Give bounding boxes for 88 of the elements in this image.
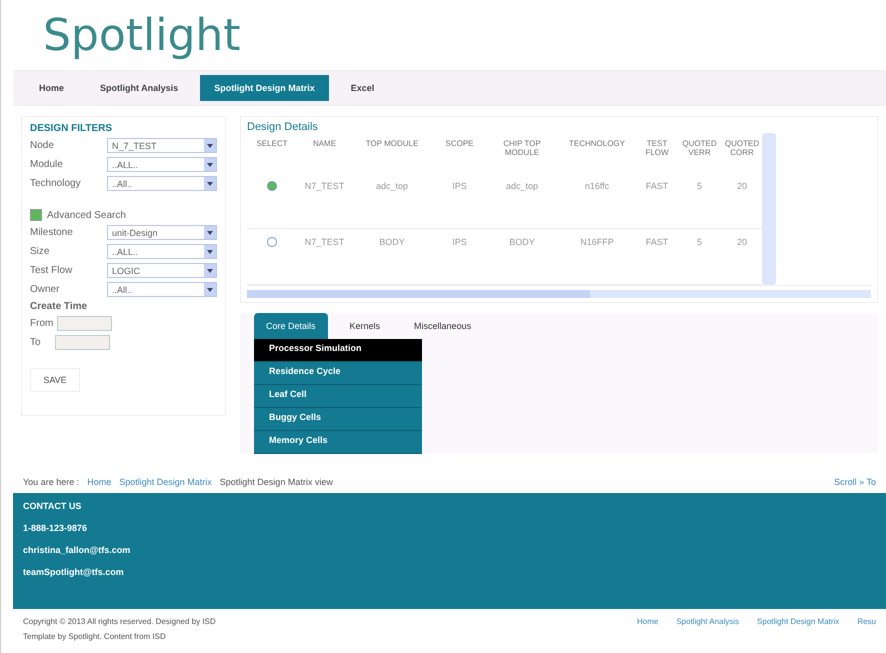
table-cell: BODY xyxy=(487,229,557,285)
table-cell: FAST xyxy=(637,173,677,229)
save-button[interactable]: SAVE xyxy=(30,368,80,392)
dropdown[interactable]: N_7_TEST xyxy=(107,138,217,153)
caret-icon xyxy=(207,144,213,148)
footer-title: CONTACT US xyxy=(23,501,82,511)
dropdown[interactable]: ..All.. xyxy=(107,282,217,297)
input-field[interactable] xyxy=(54,335,110,350)
checkbox-label: Advanced Search xyxy=(47,210,126,220)
scrollbar[interactable] xyxy=(247,290,871,298)
filter-label: Size xyxy=(30,246,50,257)
nav-tab[interactable]: Spotlight Design Matrix xyxy=(200,75,329,101)
caret-icon xyxy=(207,162,213,166)
input-field[interactable] xyxy=(57,316,112,331)
column-header: QUOTED CORR xyxy=(724,138,760,159)
radio-button[interactable] xyxy=(267,237,277,247)
panel-title: Design Details xyxy=(247,121,319,133)
breadcrumb-current: Spotlight Design Matrix view xyxy=(220,477,333,487)
nav-tab[interactable]: Home xyxy=(25,75,78,101)
filter-label: Technology xyxy=(30,178,81,189)
caret-icon xyxy=(207,288,213,292)
caret-icon xyxy=(207,268,213,272)
copyright-text: Copyright © 2013 All rights reserved. Designed by ISD xyxy=(23,617,216,626)
footer-link[interactable]: Home xyxy=(637,617,658,641)
contact-text: teamSpotlight@tfs.com xyxy=(23,567,125,577)
menu-item[interactable]: Buggy Cells xyxy=(254,408,422,431)
section-label: Create Time xyxy=(30,301,88,312)
column-header: NAME xyxy=(312,138,338,150)
checkbox[interactable] xyxy=(30,209,42,221)
radio-button[interactable] xyxy=(267,181,277,191)
filter-label: Test Flow xyxy=(30,265,72,276)
table-cell: 5 xyxy=(677,229,722,285)
column-header: TEST FLOW xyxy=(644,138,670,159)
footer-link[interactable]: Spotlight Design Matrix xyxy=(757,617,840,641)
filter-label: Owner xyxy=(30,284,60,295)
column-header: SELECT xyxy=(255,138,289,150)
table-cell: 5 xyxy=(677,173,722,229)
table-cell: adc_top xyxy=(352,173,432,229)
caret-icon xyxy=(207,182,213,186)
table-cell: IPS xyxy=(432,229,487,285)
table-cell: N16FFP xyxy=(557,229,637,285)
tab[interactable]: Core Details xyxy=(254,313,328,339)
caret-icon xyxy=(207,250,213,254)
table-cell: N7_TEST xyxy=(297,173,352,229)
column-header: TECHNOLOGY xyxy=(568,138,626,150)
table-cell: 20 xyxy=(722,173,762,229)
table-cell: IPS xyxy=(432,173,487,229)
contact-text: 1-888-123-9876 xyxy=(23,523,88,533)
dropdown[interactable]: unit-Design xyxy=(107,225,217,240)
table-cell: N7_TEST xyxy=(297,229,352,285)
scroll-link[interactable]: Scroll » To xyxy=(834,477,876,487)
tab[interactable]: Miscellaneous xyxy=(402,313,484,339)
menu-item[interactable]: Leaf Cell xyxy=(254,385,422,408)
nav-tab[interactable]: Excel xyxy=(336,75,388,101)
column-header: QUOTED VERR xyxy=(681,138,718,159)
scrollbar[interactable] xyxy=(762,133,776,285)
panel-title: DESIGN FILTERS xyxy=(30,123,114,134)
dropdown[interactable]: ..All.. xyxy=(107,176,217,191)
table-cell: BODY xyxy=(352,229,432,285)
column-header: TOP MODULE xyxy=(364,138,420,150)
filter-label: Milestone xyxy=(30,227,73,238)
breadcrumb-label: You are here : xyxy=(23,477,80,487)
dropdown[interactable]: ..ALL.. xyxy=(107,244,217,259)
filter-label: Module xyxy=(30,159,63,170)
dropdown[interactable]: ..ALL.. xyxy=(107,157,217,172)
filter-label: Node xyxy=(30,140,54,151)
field-label: From xyxy=(30,318,54,329)
logo: Spotlight xyxy=(42,9,242,63)
table-cell: FAST xyxy=(637,229,677,285)
tab[interactable]: Kernels xyxy=(338,313,392,339)
caret-icon xyxy=(207,230,213,234)
template-text: Template by Spotlight. Content from ISD xyxy=(23,632,167,641)
breadcrumb-link[interactable]: Spotlight Design Matrix xyxy=(119,477,212,487)
column-header: SCOPE xyxy=(444,138,474,150)
footer-link[interactable]: Resu xyxy=(857,617,876,641)
dropdown[interactable]: LOGIC xyxy=(107,263,217,278)
table-cell: n16ffc xyxy=(557,173,637,229)
field-label: To xyxy=(30,337,41,348)
menu-item[interactable]: Processor Simulation xyxy=(254,339,422,362)
nav-tab[interactable]: Spotlight Analysis xyxy=(86,75,192,101)
menu-item[interactable]: Residence Cycle xyxy=(254,362,422,385)
column-header: CHIP TOP MODULE xyxy=(502,138,542,159)
breadcrumb-link[interactable]: Home xyxy=(87,477,112,487)
menu-item[interactable]: Memory Cells xyxy=(254,431,422,454)
footer-link[interactable]: Spotlight Analysis xyxy=(676,617,740,641)
table-cell: 20 xyxy=(722,229,762,285)
contact-text: christina_fallon@tfs.com xyxy=(23,545,132,555)
table-cell: adc_top xyxy=(487,173,557,229)
